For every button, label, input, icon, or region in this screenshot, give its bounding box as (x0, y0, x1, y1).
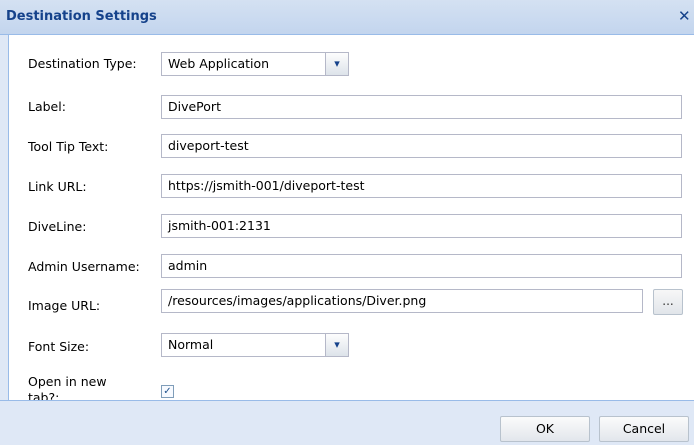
destination-type-label: Destination Type: (28, 56, 137, 71)
cancel-button[interactable]: Cancel (599, 416, 689, 442)
dialog-title: Destination Settings (6, 9, 157, 24)
chevron-down-icon[interactable]: ▾ (325, 333, 349, 357)
dialog-header: Destination Settings ✕ (0, 0, 694, 35)
link-url-input[interactable]: https://jsmith-001/diveport-test (161, 174, 682, 198)
destination-settings-dialog: Destination Settings ✕ Destination Type:… (0, 0, 694, 445)
image-url-input[interactable]: /resources/images/applications/Diver.png (161, 289, 643, 313)
tooltip-text-input[interactable]: diveport-test (161, 134, 682, 158)
diveline-input[interactable]: jsmith-001:2131 (161, 214, 682, 238)
dialog-body: Destination Type: Web Application ▾ Labe… (8, 35, 694, 405)
link-url-label: Link URL: (28, 179, 87, 194)
label-input[interactable]: DivePort (161, 95, 682, 119)
diveline-label: DiveLine: (28, 219, 87, 234)
admin-username-label: Admin Username: (28, 259, 140, 274)
image-url-label: Image URL: (28, 298, 101, 313)
label-label: Label: (28, 99, 66, 114)
font-size-label: Font Size: (28, 339, 90, 354)
close-icon[interactable]: ✕ (678, 6, 694, 26)
admin-username-input[interactable]: admin (161, 254, 682, 278)
ok-button[interactable]: OK (500, 416, 590, 442)
dialog-footer: OK Cancel (0, 400, 694, 445)
checkmark-icon: ✓ (163, 386, 172, 397)
tooltip-text-label: Tool Tip Text: (28, 139, 109, 154)
open-new-tab-checkbox[interactable]: ✓ (161, 385, 174, 398)
chevron-down-icon[interactable]: ▾ (325, 52, 349, 76)
destination-type-select[interactable]: Web Application (161, 52, 329, 76)
font-size-select[interactable]: Normal (161, 333, 329, 357)
browse-button[interactable]: ... (653, 289, 683, 315)
